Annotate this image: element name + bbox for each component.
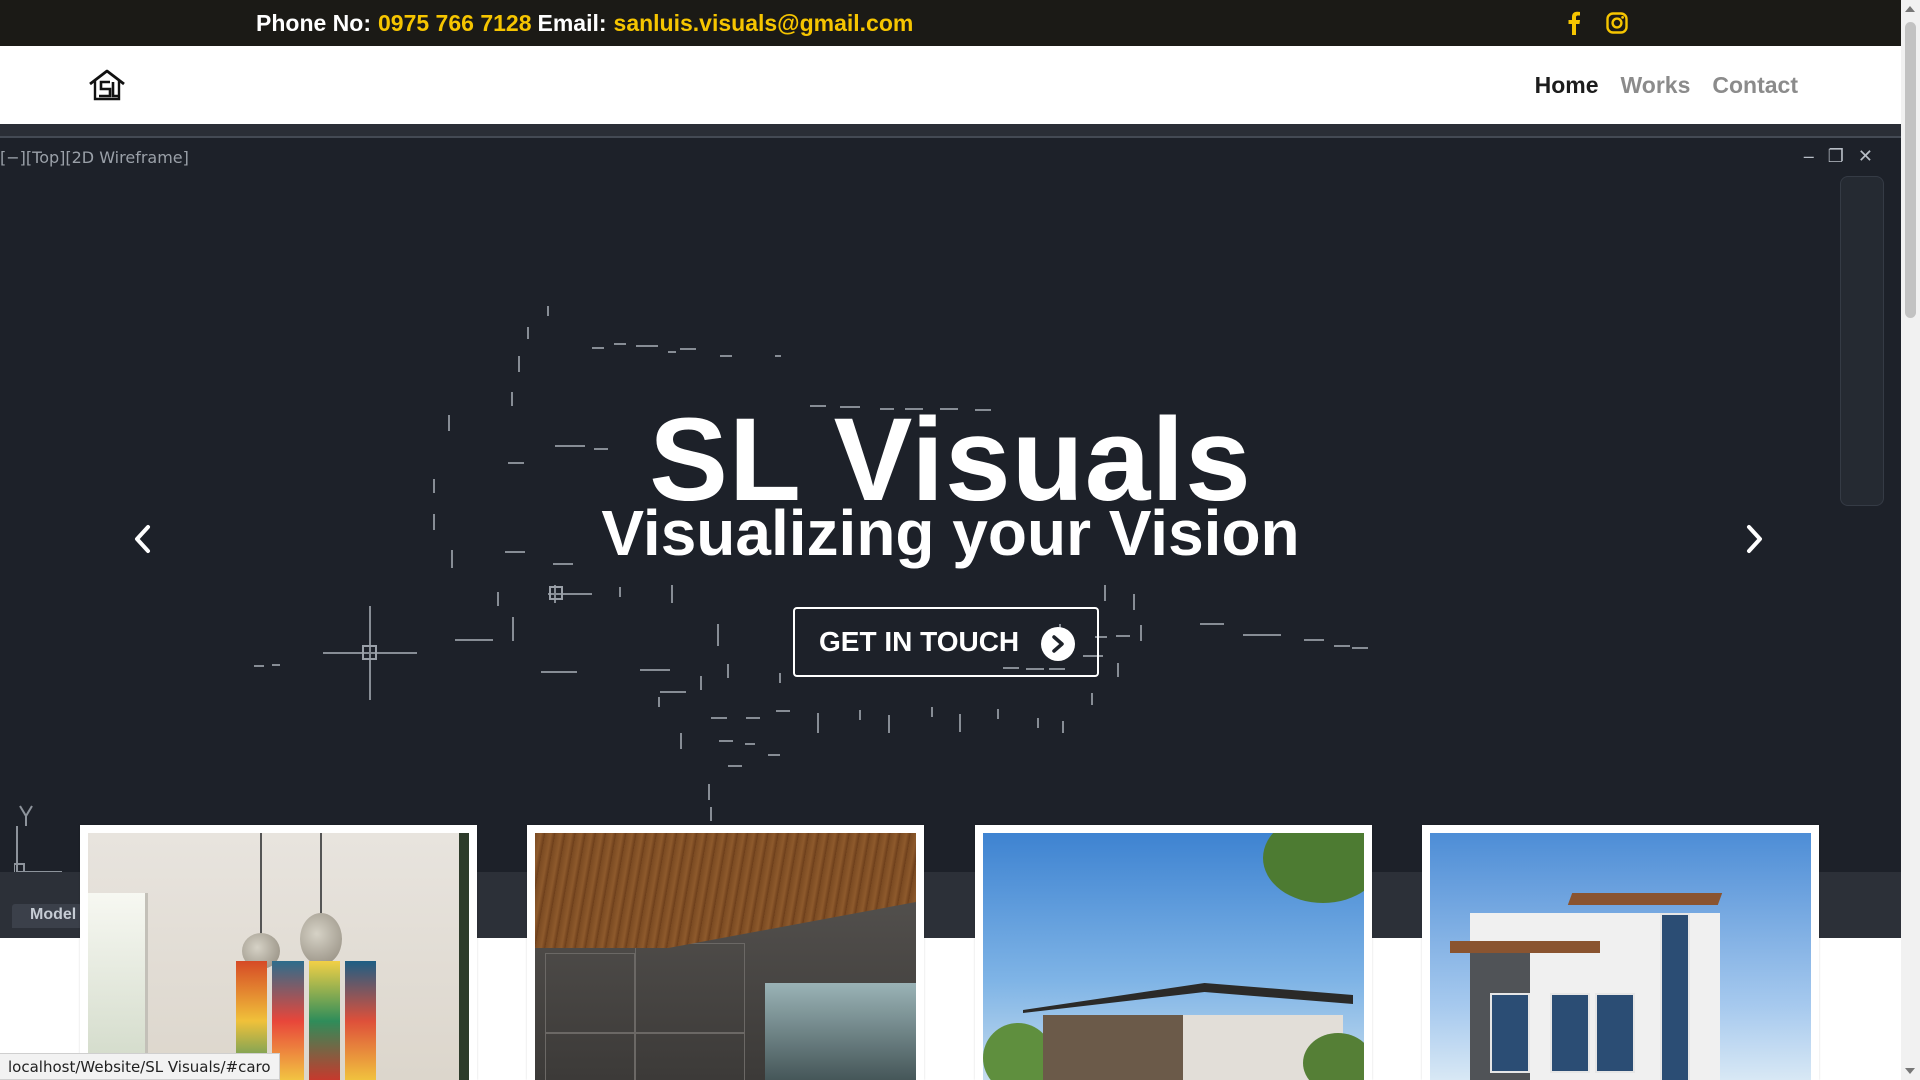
browser-status-url: localhost/Website/SL Visuals/#caro — [0, 1053, 280, 1080]
nav-menu: Home Works Contact — [1524, 46, 1809, 124]
portfolio-card-living-room[interactable] — [80, 825, 477, 1080]
email-address[interactable]: sanluis.visuals@gmail.com — [614, 10, 914, 37]
carousel-prev-button[interactable] — [127, 515, 157, 563]
top-contact-bar: Phone No: 0975 766 7128 Email: sanluis.v… — [0, 0, 1901, 46]
scroll-up-arrow-icon[interactable] — [1905, 6, 1915, 12]
page-scrollbar[interactable] — [1901, 0, 1920, 1080]
scrollbar-thumb[interactable] — [1905, 22, 1916, 318]
scroll-down-arrow-icon[interactable] — [1905, 1068, 1915, 1074]
nav-item-works[interactable]: Works — [1609, 72, 1701, 99]
hero-carousel: [−][Top][2D Wireframe] – ❐ ✕ Model SL Vi… — [0, 124, 1901, 938]
multi-storey-house-image — [1430, 833, 1811, 1080]
facebook-icon[interactable] — [1560, 9, 1588, 37]
main-navbar: Home Works Contact — [0, 46, 1901, 124]
carousel-next-button[interactable] — [1740, 515, 1770, 563]
contact-info: Phone No: 0975 766 7128 Email: sanluis.v… — [256, 0, 919, 46]
chevron-right-icon — [1747, 525, 1762, 553]
portfolio-card-concrete-room[interactable] — [527, 825, 924, 1080]
portfolio-card-house-exterior[interactable] — [975, 825, 1372, 1080]
page: Phone No: 0975 766 7128 Email: sanluis.v… — [0, 0, 1901, 1080]
hero-subtitle: Visualizing your Vision — [601, 497, 1300, 569]
phone-number[interactable]: 0975 766 7128 — [378, 10, 532, 37]
nav-item-home[interactable]: Home — [1524, 72, 1610, 99]
phone-label: Phone No: — [256, 9, 371, 36]
living-room-image — [88, 833, 469, 1080]
email-label: Email: — [537, 9, 607, 36]
concrete-room-image — [535, 833, 916, 1080]
house-exterior-image — [983, 833, 1364, 1080]
get-in-touch-button[interactable]: GET IN TOUCH — [793, 607, 1099, 677]
logo-house-icon[interactable] — [88, 68, 126, 102]
ucs-axis-icon — [13, 796, 64, 875]
portfolio-card-multi-storey-house[interactable] — [1422, 825, 1819, 1080]
instagram-icon[interactable] — [1603, 9, 1631, 37]
chevron-right-circle-icon — [1041, 627, 1075, 661]
chevron-left-icon — [135, 525, 150, 553]
nav-item-contact[interactable]: Contact — [1701, 72, 1809, 99]
model-tab: Model — [12, 904, 82, 928]
cta-label: GET IN TOUCH — [819, 626, 1020, 657]
